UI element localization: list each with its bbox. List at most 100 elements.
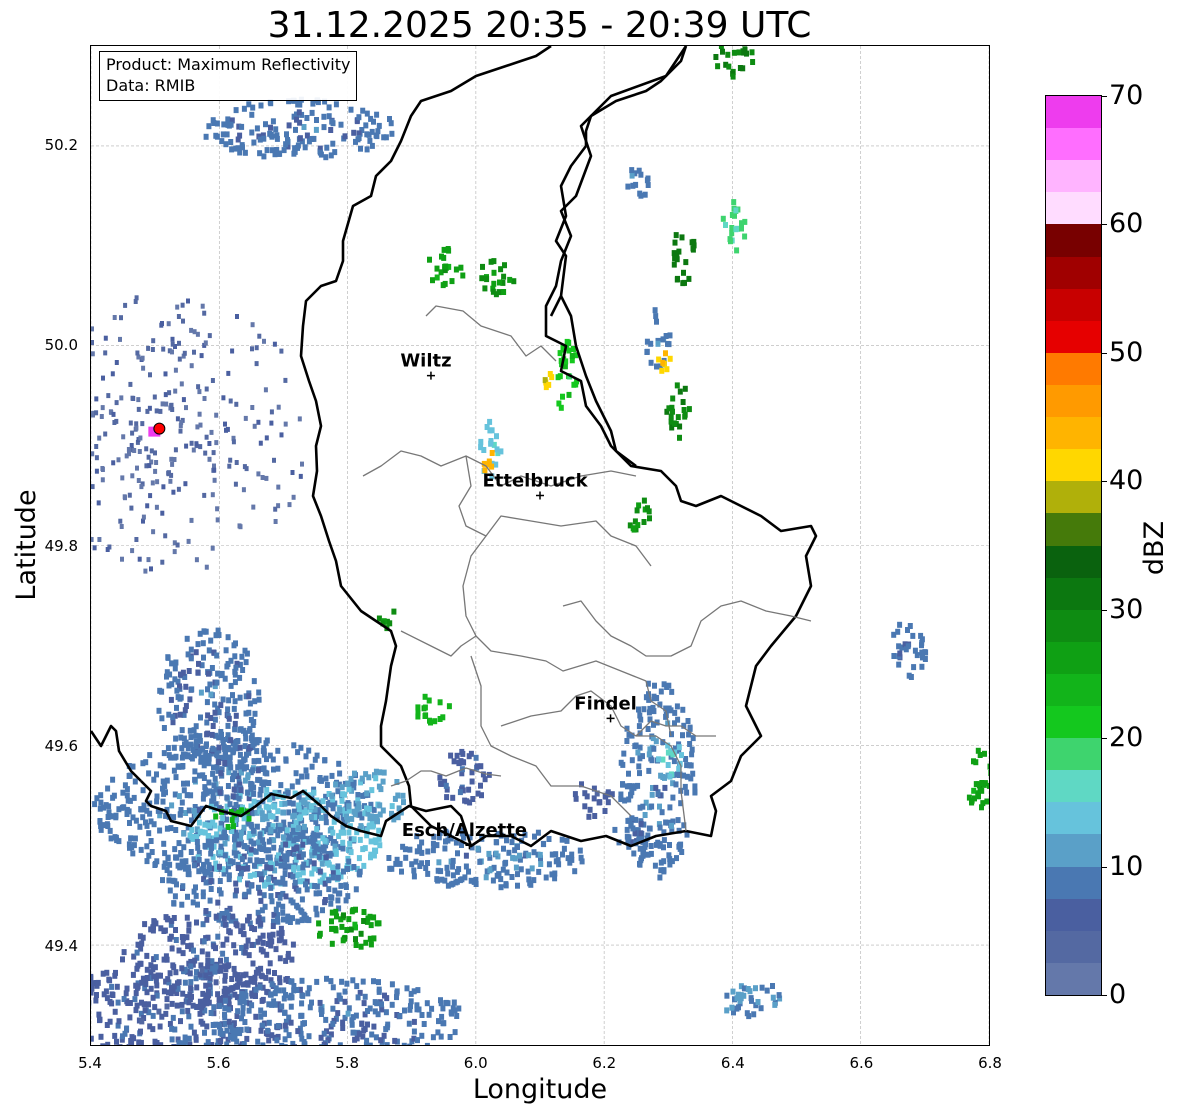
echo-pixel xyxy=(655,791,661,797)
map-canvas: WiltzEttelbruckFindelEsch/Alzette xyxy=(91,46,989,1045)
echo-pixel xyxy=(101,804,107,811)
echo-pixel xyxy=(99,414,104,419)
echo-pixel xyxy=(400,843,406,850)
echo-pixel xyxy=(759,984,765,991)
echo-pixel xyxy=(269,409,274,415)
echo-pixel xyxy=(652,862,658,869)
echo-pixel xyxy=(91,351,95,357)
echo-pixel xyxy=(128,381,133,387)
echo-pixel xyxy=(654,318,659,325)
echo-pixel xyxy=(353,1012,359,1019)
echo-pixel xyxy=(309,109,315,116)
echo-pixel xyxy=(276,404,281,410)
colorbar-segment xyxy=(1046,480,1101,514)
echo-pixel xyxy=(127,451,131,457)
echo-pixel xyxy=(265,1027,271,1034)
echo-pixel xyxy=(454,752,460,759)
echo-pixel xyxy=(323,819,329,826)
echo-pixel xyxy=(175,542,180,548)
echo-pixel xyxy=(630,182,636,189)
echo-pixel xyxy=(262,338,266,344)
echo-pixel xyxy=(637,190,643,197)
echo-pixel xyxy=(279,432,284,438)
echo-pixel xyxy=(666,682,672,689)
echo-pixel xyxy=(234,982,240,989)
echo-pixel xyxy=(422,713,428,719)
echo-pixel xyxy=(637,860,642,867)
echo-pixel xyxy=(648,340,654,347)
echo-pixel xyxy=(243,415,248,421)
echo-pixel xyxy=(324,975,329,982)
echo-pixel xyxy=(358,823,364,830)
echo-pixel xyxy=(323,775,329,782)
echo-pixel xyxy=(110,371,115,377)
echo-pixel xyxy=(402,1007,407,1014)
radar-site-marker[interactable] xyxy=(153,422,166,435)
echo-pixel xyxy=(202,1029,207,1036)
echo-pixel xyxy=(264,786,270,793)
echo-pixel xyxy=(197,630,203,637)
echo-pixel xyxy=(130,814,136,821)
echo-pixel xyxy=(130,971,136,978)
echo-pixel xyxy=(677,771,683,778)
echo-pixel xyxy=(231,965,237,972)
echo-pixel xyxy=(320,798,326,805)
echo-pixel xyxy=(179,1001,185,1008)
echo-pixel xyxy=(555,374,561,381)
echo-pixel xyxy=(441,246,447,253)
echo-pixel xyxy=(268,828,274,834)
echo-pixel xyxy=(205,833,211,840)
echo-pixel xyxy=(312,756,318,763)
echo-pixel xyxy=(434,876,440,883)
echo-pixel xyxy=(207,333,212,339)
echo-pixel xyxy=(157,827,163,834)
echo-pixel xyxy=(249,942,255,948)
echo-pixel xyxy=(255,918,261,925)
echo-pixel xyxy=(734,247,740,254)
echo-pixel xyxy=(246,815,252,822)
echo-pixel xyxy=(179,754,185,761)
echo-pixel xyxy=(314,911,320,918)
echo-pixel xyxy=(245,981,251,988)
echo-pixel xyxy=(272,151,278,158)
echo-pixel xyxy=(147,752,153,759)
echo-pixel xyxy=(498,884,504,891)
echo-pixel xyxy=(219,670,225,677)
echo-pixel xyxy=(657,803,662,810)
city-marker[interactable]: Wiltz xyxy=(400,351,452,380)
echo-pixel xyxy=(283,141,289,148)
echo-pixel xyxy=(105,785,111,792)
echo-pixel xyxy=(430,847,436,854)
echo-pixel xyxy=(682,783,688,790)
echo-pixel xyxy=(140,421,145,427)
echo-pixel xyxy=(277,894,283,901)
echo-pixel xyxy=(292,1044,297,1045)
echo-pixel xyxy=(224,1041,230,1045)
echo-pixel xyxy=(127,820,132,826)
echo-pixel xyxy=(425,870,431,877)
echo-pixel xyxy=(217,789,223,796)
echo-pixel xyxy=(177,711,183,718)
echo-pixel xyxy=(202,396,207,401)
echo-pixel xyxy=(299,977,305,984)
echo-pixel xyxy=(218,957,223,964)
echo-pixel xyxy=(281,995,287,1002)
echo-pixel xyxy=(555,857,561,864)
radar-map[interactable]: Wiltz Ettelbruck Findel Esch/Alzette xyxy=(90,45,990,1046)
echo-pixel xyxy=(114,1038,119,1045)
echo-pixel xyxy=(133,1007,139,1014)
echo-pixel xyxy=(637,712,643,719)
echo-pixel xyxy=(144,989,150,996)
echo-pixel xyxy=(211,795,217,802)
echo-pixel xyxy=(189,363,194,369)
city-marker[interactable]: Ettelbruck xyxy=(482,471,589,500)
echo-pixel xyxy=(273,906,279,913)
echo-pixel xyxy=(132,996,138,1003)
echo-pixel xyxy=(439,876,445,883)
echo-pixel xyxy=(340,1025,346,1031)
echo-pixel xyxy=(178,1018,183,1025)
echo-pixel xyxy=(135,350,140,356)
city-marker[interactable]: Findel xyxy=(574,693,637,723)
echo-pixel xyxy=(251,758,257,765)
echo-pixel xyxy=(497,279,502,286)
